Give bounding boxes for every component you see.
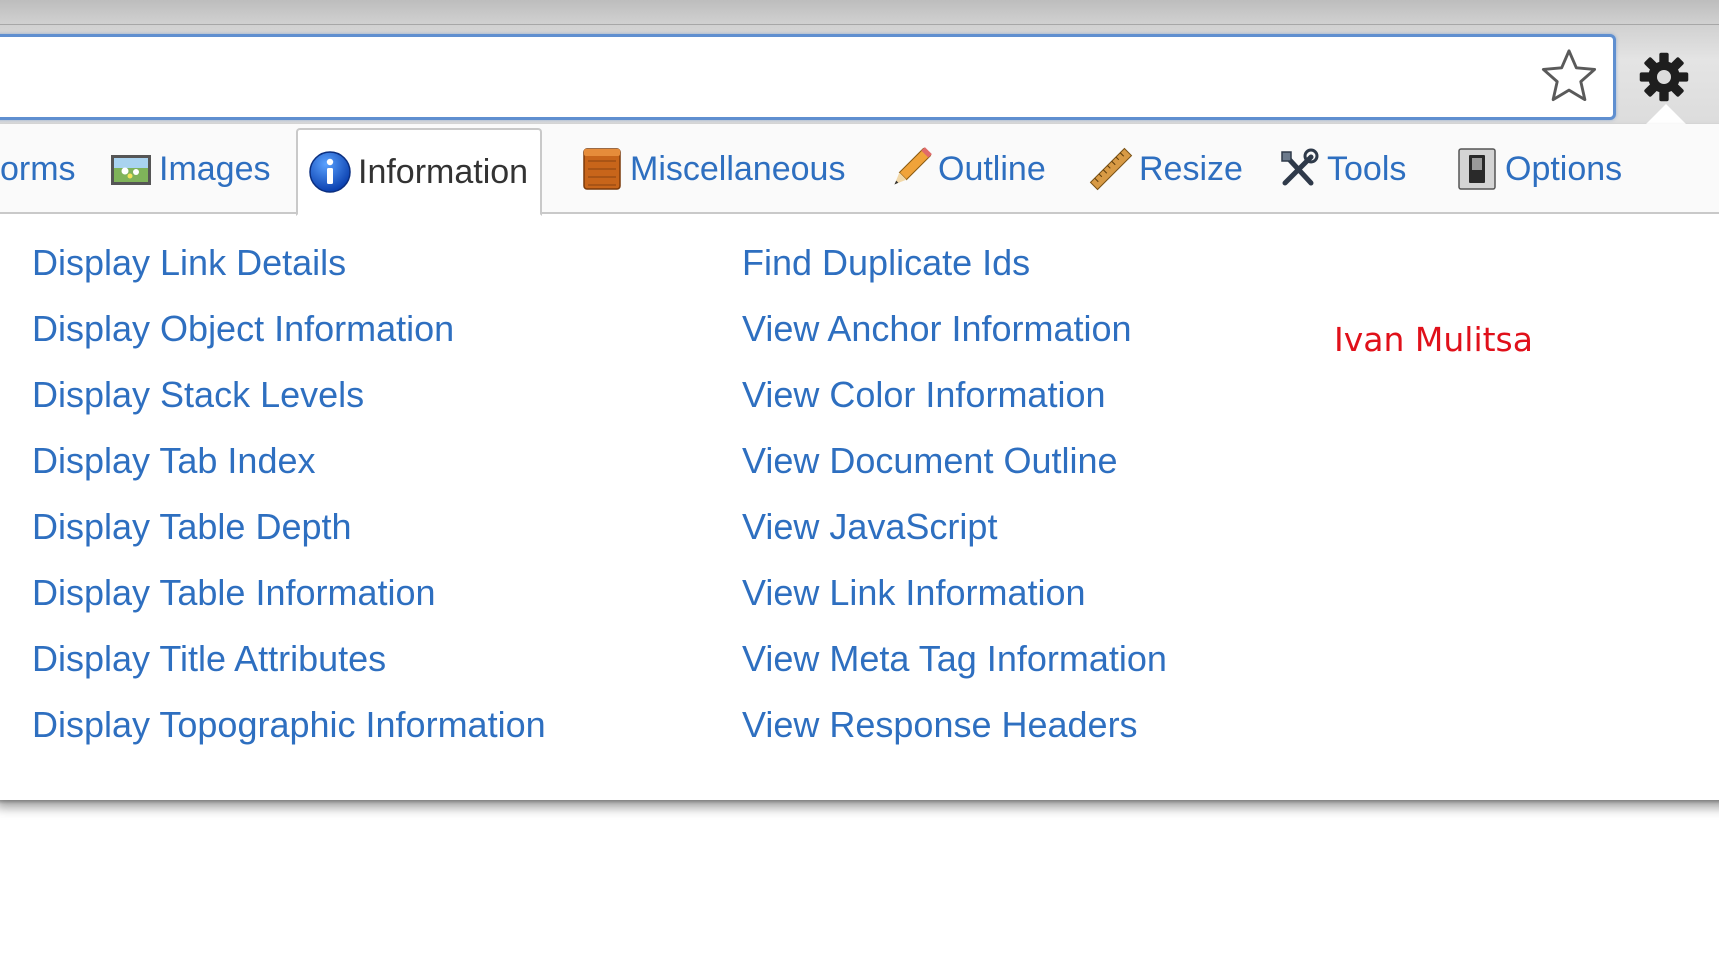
tab-label: Miscellaneous [630,149,846,188]
menu-link-view-document-outline[interactable]: View Document Outline [742,428,1167,494]
menu-link-display-tab-index[interactable]: Display Tab Index [32,428,546,494]
menu-link-display-table-depth[interactable]: Display Table Depth [32,494,546,560]
menu-link-view-response-headers[interactable]: View Response Headers [742,692,1167,758]
menu-pointer [1646,104,1686,124]
web-developer-menu: orms Images Information Miscellaneous Ou… [0,124,1719,800]
tab-strip: orms Images Information Miscellaneous Ou… [0,124,1719,216]
menu-link-display-link-details[interactable]: Display Link Details [32,230,546,296]
tab-information[interactable]: Information [296,128,543,216]
tab-tools[interactable]: Tools [1277,146,1406,192]
tab-images[interactable]: Images [109,146,271,192]
tab-resize[interactable]: Resize [1089,146,1243,192]
menu-link-display-object-information[interactable]: Display Object Information [32,296,546,362]
tab-forms[interactable]: orms [0,146,76,192]
author-annotation: Ivan Mulitsa [1334,320,1533,359]
tab-label: Images [159,149,271,188]
toolbar-divider [0,24,1719,25]
menu-link-view-javascript[interactable]: View JavaScript [742,494,1167,560]
tab-miscellaneous[interactable]: Miscellaneous [580,146,845,192]
ruler-icon [1089,147,1133,191]
tab-label: Tools [1327,149,1407,188]
star-outline-icon[interactable] [1540,47,1598,105]
pencil-icon [894,147,932,185]
tab-label: Information [358,152,529,191]
menu-link-view-link-information[interactable]: View Link Information [742,560,1167,626]
switch-icon [1458,148,1496,190]
tab-label: orms [0,149,76,188]
tab-label: Options [1505,149,1623,188]
links-column-left: Display Link Details Display Object Info… [32,230,546,758]
tools-icon [1281,148,1319,186]
menu-link-display-title-attributes[interactable]: Display Title Attributes [32,626,546,692]
menu-link-display-topographic-information[interactable]: Display Topographic Information [32,692,546,758]
browser-toolbar [0,0,1719,128]
image-icon [111,155,151,185]
menu-link-view-color-information[interactable]: View Color Information [742,362,1167,428]
gear-icon[interactable] [1636,49,1692,105]
box-icon [583,148,621,190]
tab-label: Outline [938,149,1046,188]
menu-link-view-meta-tag-information[interactable]: View Meta Tag Information [742,626,1167,692]
tab-outline[interactable]: Outline [888,146,1046,192]
menu-link-find-duplicate-ids[interactable]: Find Duplicate Ids [742,230,1167,296]
menu-link-view-anchor-information[interactable]: View Anchor Information [742,296,1167,362]
info-icon [309,151,351,193]
address-bar[interactable] [0,34,1616,120]
menu-link-display-table-information[interactable]: Display Table Information [32,560,546,626]
tab-options[interactable]: Options [1455,146,1622,192]
tab-label: Resize [1139,149,1243,188]
menu-link-display-stack-levels[interactable]: Display Stack Levels [32,362,546,428]
links-column-right: Find Duplicate Ids View Anchor Informati… [742,230,1167,758]
